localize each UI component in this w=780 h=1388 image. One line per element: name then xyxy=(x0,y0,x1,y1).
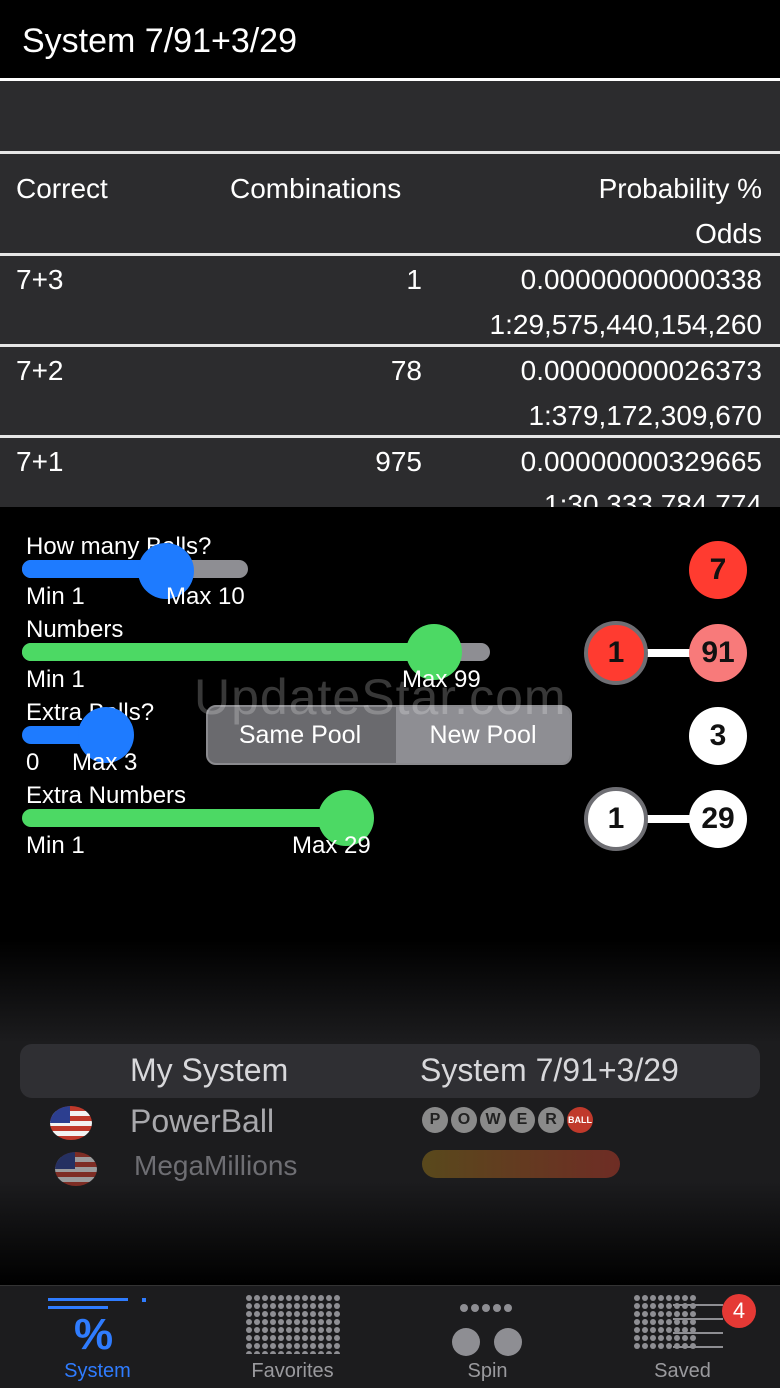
odds-table[interactable]: Correct Combinations Probability % Odds … xyxy=(0,81,780,507)
numbers-min-label: Min 1 xyxy=(26,666,85,693)
tab-spin[interactable]: Spin xyxy=(390,1286,585,1388)
row-correct: 7+3 xyxy=(16,264,64,295)
column-header-odds: Odds xyxy=(695,218,762,249)
row-probability: 0.00000000329665 xyxy=(520,446,762,477)
table-divider xyxy=(0,344,780,347)
picker-selected-left[interactable]: My System xyxy=(130,1052,288,1089)
picker-item-megamillions[interactable]: MegaMillions xyxy=(134,1150,297,1182)
spin-balls-icon xyxy=(452,1304,522,1356)
row-combinations: 1 xyxy=(406,264,422,295)
nav-header: System 7/91+3/29 xyxy=(0,0,780,81)
megamillions-logo xyxy=(422,1150,620,1178)
tab-label: System xyxy=(64,1360,131,1382)
picker-selected-right[interactable]: System 7/91+3/29 xyxy=(420,1052,679,1089)
tab-label: Saved xyxy=(654,1360,711,1382)
page-title: System 7/91+3/29 xyxy=(22,22,298,60)
table-divider xyxy=(0,151,780,154)
us-flag-icon xyxy=(50,1106,92,1140)
numbers-slider-fill xyxy=(22,643,436,661)
percent-icon: % xyxy=(74,1310,114,1359)
balls-min-label: Min 1 xyxy=(26,583,85,610)
extra-to-ball: 29 xyxy=(689,790,747,848)
extra-numbers-min-label: Min 1 xyxy=(26,832,85,859)
saved-tickets-icon xyxy=(633,1294,723,1350)
extra-count-ball: 3 xyxy=(689,707,747,765)
column-header-combinations: Combinations xyxy=(230,173,402,204)
table-divider xyxy=(0,435,780,438)
row-probability: 0.00000000026373 xyxy=(520,355,762,386)
system-controls: How many Balls? Min 1 Max 10 Numbers Min… xyxy=(0,507,780,947)
tab-bar: % System Favorites Spin 4 Saved xyxy=(0,1285,780,1388)
tab-favorites[interactable]: Favorites xyxy=(195,1286,390,1388)
tab-saved[interactable]: 4 Saved xyxy=(585,1286,780,1388)
row-odds: 1:379,172,309,670 xyxy=(528,400,762,431)
row-odds: 1:30,333,784,774 xyxy=(544,489,762,507)
powerball-logo: P O W E R BALL xyxy=(422,1107,593,1133)
us-flag-icon xyxy=(55,1152,97,1186)
row-correct: 7+1 xyxy=(16,446,64,477)
numbers-from-ball: 1 xyxy=(584,621,648,685)
lottery-picker[interactable]: My System System 7/91+3/29 PowerBall POW… xyxy=(0,940,780,1285)
balls-max-label: Max 10 xyxy=(166,583,245,610)
system-icon-dot xyxy=(142,1298,146,1302)
system-icon-bar xyxy=(48,1306,108,1309)
numbers-slider-label: Numbers xyxy=(26,616,124,643)
extra-numbers-slider-fill[interactable] xyxy=(22,809,348,827)
extra-balls-max-label: Max 3 xyxy=(72,749,138,776)
extra-balls-min-label: 0 xyxy=(26,749,40,776)
tab-system[interactable]: % System xyxy=(0,1286,195,1388)
system-icon-bar xyxy=(48,1298,128,1301)
number-grid-icon xyxy=(245,1294,341,1354)
powerball-logo-tag: BALL xyxy=(567,1107,593,1133)
row-probability: 0.00000000000338 xyxy=(520,264,762,295)
extra-numbers-slider-label: Extra Numbers xyxy=(26,782,187,809)
tab-label: Spin xyxy=(467,1360,508,1382)
tab-label: Favorites xyxy=(251,1360,334,1382)
picker-item-powerball[interactable]: PowerBall xyxy=(130,1103,274,1140)
watermark: UpdateStar.com xyxy=(194,669,567,725)
row-combinations: 975 xyxy=(375,446,422,477)
table-divider xyxy=(0,253,780,256)
extra-numbers-max-label: Max 29 xyxy=(292,832,371,859)
row-combinations: 78 xyxy=(390,355,422,386)
column-header-probability: Probability % xyxy=(598,173,762,204)
saved-count-badge: 4 xyxy=(722,1294,756,1328)
extra-from-ball: 1 xyxy=(584,787,648,851)
row-odds: 1:29,575,440,154,260 xyxy=(489,309,762,340)
numbers-to-ball: 91 xyxy=(689,624,747,682)
row-correct: 7+2 xyxy=(16,355,64,386)
column-header-correct: Correct xyxy=(16,173,108,204)
balls-count-ball: 7 xyxy=(689,541,747,599)
